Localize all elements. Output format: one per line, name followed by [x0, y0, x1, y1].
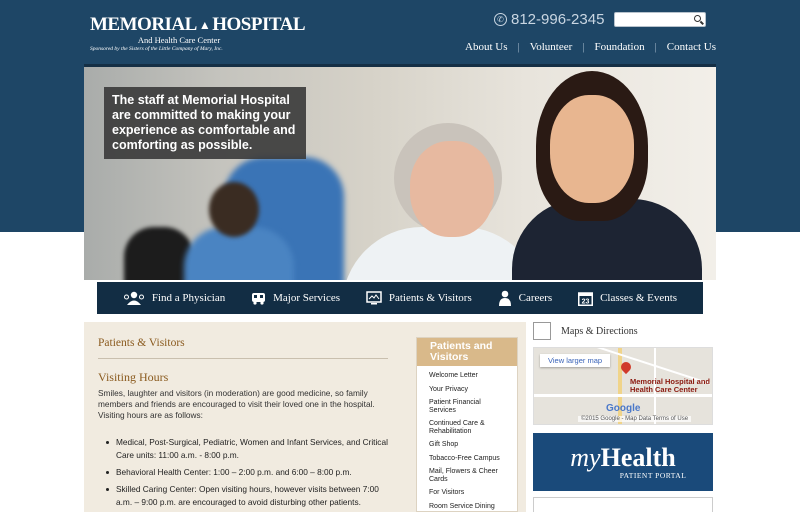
maps-label: Maps & Directions	[561, 325, 638, 337]
side-menu-item-financial-services[interactable]: Patient Financial Services	[417, 399, 517, 414]
phone-icon: ✆	[494, 13, 507, 26]
hero-caption: The staff at Memorial Hospital are commi…	[104, 87, 306, 159]
main-nav-label: Careers	[518, 292, 553, 304]
logo-word-hospital: HOSPITAL	[212, 14, 305, 35]
map-place-label: Memorial Hospital and Health Care Center	[630, 377, 711, 394]
myhealth-health: Health	[600, 442, 676, 472]
side-menu-title: Patients and Visitors	[417, 338, 517, 366]
side-menu-item-mail-flowers[interactable]: Mail, Flowers & Cheer Cards	[417, 468, 517, 483]
utility-nav: About Us | Volunteer | Foundation | Cont…	[465, 41, 716, 53]
hero-photo-patient-face	[410, 141, 494, 237]
ambulance-icon	[252, 293, 266, 305]
chapel-icon: ▲	[198, 17, 211, 32]
google-logo: Google	[606, 403, 641, 414]
phone-text: 812-996-2345	[511, 11, 605, 28]
visiting-hours-list: Medical, Post-Surgical, Pediatric, Women…	[106, 436, 388, 512]
svg-text:23: 23	[582, 298, 590, 305]
nav-separator: |	[582, 41, 585, 53]
main-nav-patients-visitors[interactable]: Patients & Visitors	[366, 291, 472, 305]
side-menu-item-your-privacy[interactable]: Your Privacy	[417, 386, 517, 394]
divider	[98, 358, 388, 359]
page-breadcrumb: Patients & Visitors	[98, 337, 185, 349]
list-item: Skilled Caring Center: Open visiting hou…	[106, 483, 388, 509]
logo-name: MEMORIAL ▲ HOSPITAL	[90, 14, 305, 36]
nav-separator: |	[517, 41, 520, 53]
main-nav: Find a Physician Major Services Patients…	[97, 282, 703, 314]
embedded-map[interactable]: View larger map Memorial Hospital and He…	[533, 347, 713, 425]
side-menu: Patients and Visitors Welcome Letter You…	[416, 337, 518, 512]
maps-directions[interactable]: Maps & Directions	[533, 322, 713, 340]
section-title: Visiting Hours	[98, 370, 169, 384]
hero-photo-nurse-face	[550, 95, 634, 203]
list-item: Medical, Post-Surgical, Pediatric, Women…	[106, 436, 388, 462]
side-menu-item-for-visitors[interactable]: For Visitors	[417, 489, 517, 497]
main-nav-major-services[interactable]: Major Services	[251, 291, 340, 305]
maps-header: Maps & Directions	[533, 322, 713, 340]
side-menu-item-continued-care[interactable]: Continued Care & Rehabilitation	[417, 420, 517, 435]
search-input[interactable]	[614, 12, 706, 27]
myhealth-portal-button[interactable]: myHealth PATIENT PORTAL	[533, 433, 713, 491]
nav-link-foundation[interactable]: Foundation	[594, 41, 644, 53]
main-nav-label: Classes & Events	[600, 292, 678, 304]
map-road	[534, 394, 712, 397]
map-attribution[interactable]: ©2015 Google - Map Data Terms of Use	[578, 416, 692, 422]
nav-link-volunteer[interactable]: Volunteer	[530, 41, 573, 53]
hero-banner: The staff at Memorial Hospital are commi…	[84, 64, 716, 280]
logo-sponsor: Sponsored by the Sisters of the Little C…	[90, 46, 223, 52]
intro-paragraph: Smiles, laughter and visitors (in modera…	[98, 388, 375, 420]
side-menu-item-tobacco-free[interactable]: Tobacco-Free Campus	[417, 455, 517, 463]
side-menu-item-welcome-letter[interactable]: Welcome Letter	[417, 372, 517, 380]
main-nav-find-physician[interactable]: Find a Physician	[123, 291, 225, 306]
myhealth-logo: myHealth	[570, 442, 676, 472]
nav-link-contact-us[interactable]: Contact Us	[667, 41, 716, 53]
hero-photo-staff-head	[209, 182, 259, 237]
calendar-icon: 23	[578, 291, 594, 306]
side-menu-item-room-service[interactable]: Room Service Dining	[417, 503, 517, 511]
widget-box	[533, 497, 713, 512]
main-nav-careers[interactable]: Careers	[498, 290, 553, 306]
monitor-icon	[366, 291, 382, 305]
person-icon	[498, 290, 511, 306]
main-nav-classes-events[interactable]: 23 Classes & Events	[578, 291, 677, 306]
nav-separator: |	[654, 41, 657, 53]
side-menu-item-gift-shop[interactable]: Gift Shop	[417, 441, 517, 449]
logo-subtitle: And Health Care Center	[137, 35, 221, 45]
phone-number[interactable]: ✆ 812-996-2345	[494, 11, 604, 28]
myhealth-portal-label: PATIENT PORTAL	[619, 470, 687, 480]
physician-icon	[123, 291, 144, 305]
logo-word-memorial: MEMORIAL	[90, 14, 197, 35]
map-marker-icon	[533, 322, 551, 340]
myhealth-my: my	[570, 442, 601, 472]
nav-link-about-us[interactable]: About Us	[465, 41, 507, 53]
search-icon[interactable]	[694, 15, 701, 22]
view-larger-map-link[interactable]: View larger map	[540, 354, 611, 367]
main-nav-label: Find a Physician	[151, 292, 226, 304]
main-nav-label: Major Services	[273, 292, 340, 304]
main-nav-label: Patients & Visitors	[388, 292, 472, 304]
list-item: Behavioral Health Center: 1:00 – 2:00 p.…	[106, 466, 388, 479]
hospital-logo[interactable]: MEMORIAL ▲ HOSPITAL And Health Care Cent…	[90, 14, 305, 52]
main-content: Patients & Visitors Visiting Hours Smile…	[84, 322, 526, 512]
